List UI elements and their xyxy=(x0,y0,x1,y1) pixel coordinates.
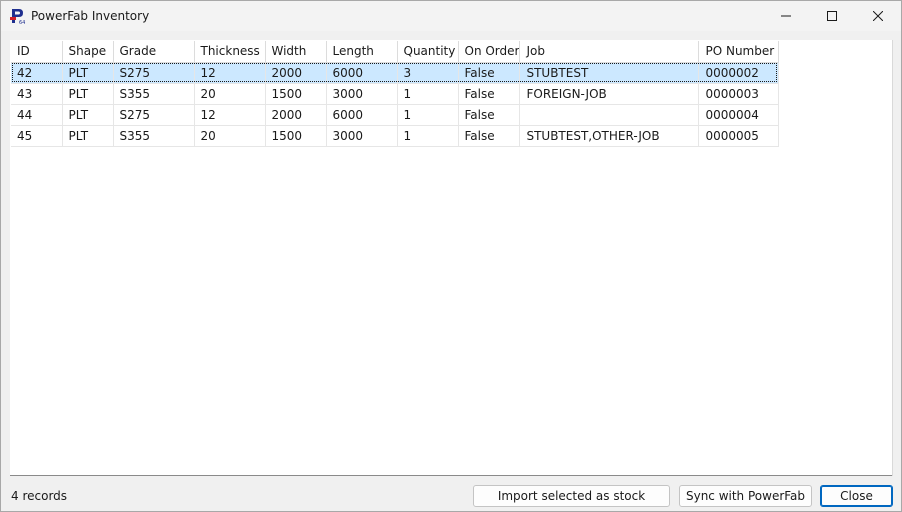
column-header-thickness[interactable]: Thickness xyxy=(194,41,266,63)
title-bar[interactable]: 64 PowerFab Inventory xyxy=(1,1,901,31)
inventory-window: 64 PowerFab Inventory ID Shape Grade Thi… xyxy=(0,0,902,512)
cell-id[interactable]: 43 xyxy=(11,83,63,105)
cell-id[interactable]: 44 xyxy=(11,104,63,126)
maximize-button[interactable] xyxy=(809,1,855,31)
cell-on-order[interactable]: False xyxy=(458,104,521,126)
cell-shape[interactable]: PLT xyxy=(62,125,114,147)
cell-po-number[interactable]: 0000005 xyxy=(698,125,780,147)
cell-job[interactable]: FOREIGN-JOB xyxy=(519,83,700,105)
cell-thickness[interactable]: 12 xyxy=(194,62,266,84)
column-header-po-number[interactable]: PO Number xyxy=(698,41,780,63)
grid-border xyxy=(892,40,893,476)
window-close-button[interactable] xyxy=(855,1,901,31)
cell-on-order[interactable]: False xyxy=(458,83,521,105)
cell-quantity[interactable]: 1 xyxy=(397,83,459,105)
cell-job[interactable]: STUBTEST,OTHER-JOB xyxy=(519,125,700,147)
column-header-id[interactable]: ID xyxy=(11,41,63,63)
grid-header-row: ID Shape Grade Thickness Width Length Qu… xyxy=(11,41,780,63)
cell-id[interactable]: 45 xyxy=(11,125,63,147)
cell-job[interactable]: STUBTEST xyxy=(519,62,700,84)
cell-thickness[interactable]: 12 xyxy=(194,104,266,126)
svg-text:64: 64 xyxy=(19,20,25,25)
cell-po-number[interactable]: 0000002 xyxy=(698,62,780,84)
cell-grade[interactable]: S275 xyxy=(113,104,195,126)
column-header-width[interactable]: Width xyxy=(265,41,327,63)
cell-id[interactable]: 42 xyxy=(11,62,63,84)
cell-on-order[interactable]: False xyxy=(458,125,521,147)
cell-thickness[interactable]: 20 xyxy=(194,83,266,105)
cell-grade[interactable]: S355 xyxy=(113,83,195,105)
cell-on-order[interactable]: False xyxy=(458,62,521,84)
inventory-table: ID Shape Grade Thickness Width Length Qu… xyxy=(11,41,780,147)
cell-width[interactable]: 1500 xyxy=(265,125,327,147)
cell-width[interactable]: 2000 xyxy=(265,62,327,84)
cell-quantity[interactable]: 1 xyxy=(397,104,459,126)
inventory-grid[interactable]: ID Shape Grade Thickness Width Length Qu… xyxy=(10,40,893,476)
table-row[interactable]: 45 PLT S355 20 1500 3000 1 False STUBTES… xyxy=(11,125,780,147)
cell-length[interactable]: 6000 xyxy=(326,104,398,126)
cell-po-number[interactable]: 0000003 xyxy=(698,83,780,105)
column-header-shape[interactable]: Shape xyxy=(62,41,114,63)
column-header-grade[interactable]: Grade xyxy=(113,41,195,63)
column-header-job[interactable]: Job xyxy=(519,41,700,63)
cell-shape[interactable]: PLT xyxy=(62,83,114,105)
minimize-icon xyxy=(781,15,791,17)
column-header-quantity[interactable]: Quantity xyxy=(397,41,459,63)
close-icon xyxy=(873,11,883,21)
cell-grade[interactable]: S275 xyxy=(113,62,195,84)
cell-po-number[interactable]: 0000004 xyxy=(698,104,780,126)
cell-width[interactable]: 1500 xyxy=(265,83,327,105)
column-header-length[interactable]: Length xyxy=(326,41,398,63)
column-header-on-order[interactable]: On Order xyxy=(458,41,521,63)
cell-shape[interactable]: PLT xyxy=(62,62,114,84)
record-count-label: 4 records xyxy=(11,489,68,503)
cell-grade[interactable]: S355 xyxy=(113,125,195,147)
import-selected-button[interactable]: Import selected as stock xyxy=(473,485,670,507)
cell-shape[interactable]: PLT xyxy=(62,104,114,126)
table-row[interactable]: 42 PLT S275 12 2000 6000 3 False STUBTES… xyxy=(11,62,780,84)
cell-length[interactable]: 3000 xyxy=(326,83,398,105)
table-row[interactable]: 43 PLT S355 20 1500 3000 1 False FOREIGN… xyxy=(11,83,780,105)
cell-quantity[interactable]: 3 xyxy=(397,62,459,84)
powerfab-app-icon: 64 xyxy=(10,8,26,26)
close-button[interactable]: Close xyxy=(820,485,893,507)
sync-powerfab-button[interactable]: Sync with PowerFab xyxy=(679,485,812,507)
cell-width[interactable]: 2000 xyxy=(265,104,327,126)
cell-quantity[interactable]: 1 xyxy=(397,125,459,147)
minimize-button[interactable] xyxy=(763,1,809,31)
table-row[interactable]: 44 PLT S275 12 2000 6000 1 False 0000004 xyxy=(11,104,780,126)
maximize-icon xyxy=(827,11,837,21)
cell-length[interactable]: 3000 xyxy=(326,125,398,147)
cell-job[interactable] xyxy=(519,104,700,126)
cell-thickness[interactable]: 20 xyxy=(194,125,266,147)
cell-length[interactable]: 6000 xyxy=(326,62,398,84)
window-title: PowerFab Inventory xyxy=(31,9,150,23)
